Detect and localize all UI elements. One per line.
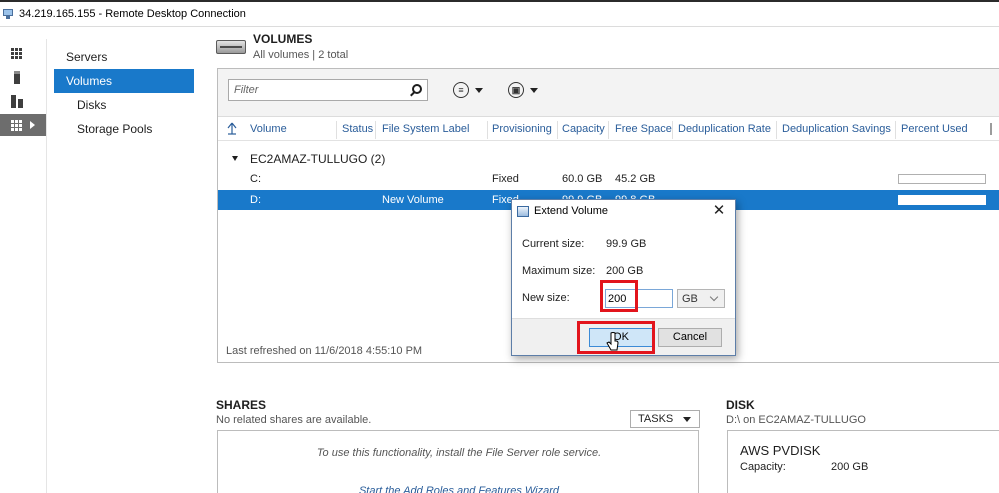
volume-cell: D:	[250, 194, 261, 206]
percent-used-bar	[898, 195, 986, 205]
dialog-titlebar[interactable]: Extend Volume ✕	[512, 200, 735, 224]
cancel-button[interactable]: Cancel	[658, 328, 722, 347]
current-size-value: 99.9 GB	[606, 238, 647, 250]
search-icon[interactable]	[412, 84, 422, 94]
column-volume[interactable]: Volume	[250, 123, 287, 135]
volume-cell: C:	[250, 173, 261, 185]
save-query-button[interactable]: ▣	[508, 81, 538, 99]
all-servers-nav-icon[interactable]	[0, 90, 46, 112]
filter-bar: ≡ ▣	[218, 69, 999, 117]
column-free-space[interactable]: Free Space	[615, 123, 672, 135]
scrollbar[interactable]	[990, 123, 992, 135]
last-refreshed: Last refreshed on 11/6/2018 4:55:10 PM	[226, 345, 423, 357]
nav-item-storage-pools[interactable]: Storage Pools	[54, 117, 194, 141]
disk-panel: AWS PVDISK Capacity: 200 GB	[727, 430, 999, 493]
list-view-options-button[interactable]: ≡	[453, 81, 483, 99]
column-status[interactable]: Status	[342, 123, 373, 135]
column-headers: Volume Status File System Label Provisio…	[218, 119, 999, 141]
server-group-label: EC2AMAZ-TULLUGO (2)	[250, 152, 386, 166]
nav-item-disks[interactable]: Disks	[54, 93, 194, 117]
shares-message: To use this functionality, install the F…	[316, 447, 602, 459]
column-deduplication-savings[interactable]: Deduplication Savings	[782, 123, 891, 135]
percent-used-bar	[898, 174, 986, 184]
free-space-cell: 45.2 GB	[615, 173, 656, 185]
column-provisioning[interactable]: Provisioning	[492, 123, 552, 135]
shares-panel: To use this functionality, install the F…	[217, 430, 699, 493]
server-group-row[interactable]: EC2AMAZ-TULLUGO (2)	[218, 149, 999, 169]
chevron-down-icon	[475, 87, 483, 93]
new-size-label: New size:	[522, 292, 570, 304]
size-unit-value: GB	[682, 292, 698, 305]
shares-title: SHARES	[216, 398, 267, 412]
provisioning-cell: Fixed	[492, 173, 519, 185]
chevron-right-icon	[30, 121, 35, 129]
column-deduplication-rate[interactable]: Deduplication Rate	[678, 123, 771, 135]
chevron-down-icon	[683, 416, 692, 422]
rdp-titlebar: 34.219.165.155 - Remote Desktop Connecti…	[0, 0, 999, 27]
column-percent-used[interactable]: Percent Used	[901, 123, 968, 135]
nav-item-servers[interactable]: Servers	[54, 45, 194, 69]
tasks-button[interactable]: TASKS	[630, 410, 700, 428]
disk-capacity-label: Capacity:	[740, 461, 786, 473]
add-roles-link[interactable]: Start the Add Roles and Features Wizard	[218, 485, 700, 493]
chevron-down-icon	[530, 87, 538, 93]
label-cell: New Volume	[382, 194, 444, 206]
column-capacity[interactable]: Capacity	[562, 123, 605, 135]
disk-subtitle: D:\ on EC2AMAZ-TULLUGO	[726, 414, 866, 426]
close-icon[interactable]: ✕	[712, 203, 726, 219]
storage-nav: Servers Volumes Disks Storage Pools	[54, 45, 194, 141]
filter-input[interactable]	[229, 80, 399, 100]
list-options-icon: ≡	[453, 82, 469, 98]
disk-capacity-value: 200 GB	[831, 461, 869, 473]
tasks-label: TASKS	[638, 413, 674, 425]
dialog-title: Extend Volume	[534, 205, 608, 217]
disk-title: DISK	[726, 398, 755, 412]
mouse-cursor-icon	[606, 332, 619, 351]
size-unit-select[interactable]: GB	[677, 289, 725, 308]
file-storage-nav-icon[interactable]	[0, 114, 46, 136]
table-row[interactable]: C: Fixed 60.0 GB 45.2 GB	[218, 169, 999, 189]
maximum-size-label: Maximum size:	[522, 265, 596, 277]
left-icon-strip	[0, 39, 47, 493]
chevron-down-icon	[709, 292, 719, 301]
save-icon: ▣	[508, 82, 524, 98]
local-server-nav-icon[interactable]	[0, 66, 46, 88]
disk-name: AWS PVDISK	[740, 443, 821, 458]
drive-icon	[216, 40, 246, 54]
dashboard-nav-icon[interactable]	[0, 42, 46, 64]
nav-item-volumes[interactable]: Volumes	[54, 69, 194, 93]
maximum-size-value: 200 GB	[606, 265, 644, 277]
collapse-icon[interactable]	[232, 156, 238, 161]
sort-ascending-icon[interactable]	[227, 122, 237, 135]
volume-icon	[517, 206, 529, 217]
column-file-system-label[interactable]: File System Label	[382, 123, 469, 135]
current-size-label: Current size:	[522, 238, 585, 250]
new-size-highlight	[600, 280, 638, 312]
volumes-title: VOLUMES	[253, 32, 313, 46]
shares-subtitle: No related shares are available.	[216, 414, 372, 426]
capacity-cell: 60.0 GB	[562, 173, 603, 185]
volumes-subtitle: All volumes | 2 total	[253, 49, 349, 61]
window-title: 34.219.165.155 - Remote Desktop Connecti…	[19, 8, 246, 20]
filter-box	[228, 79, 428, 101]
remote-desktop-icon	[3, 8, 15, 20]
